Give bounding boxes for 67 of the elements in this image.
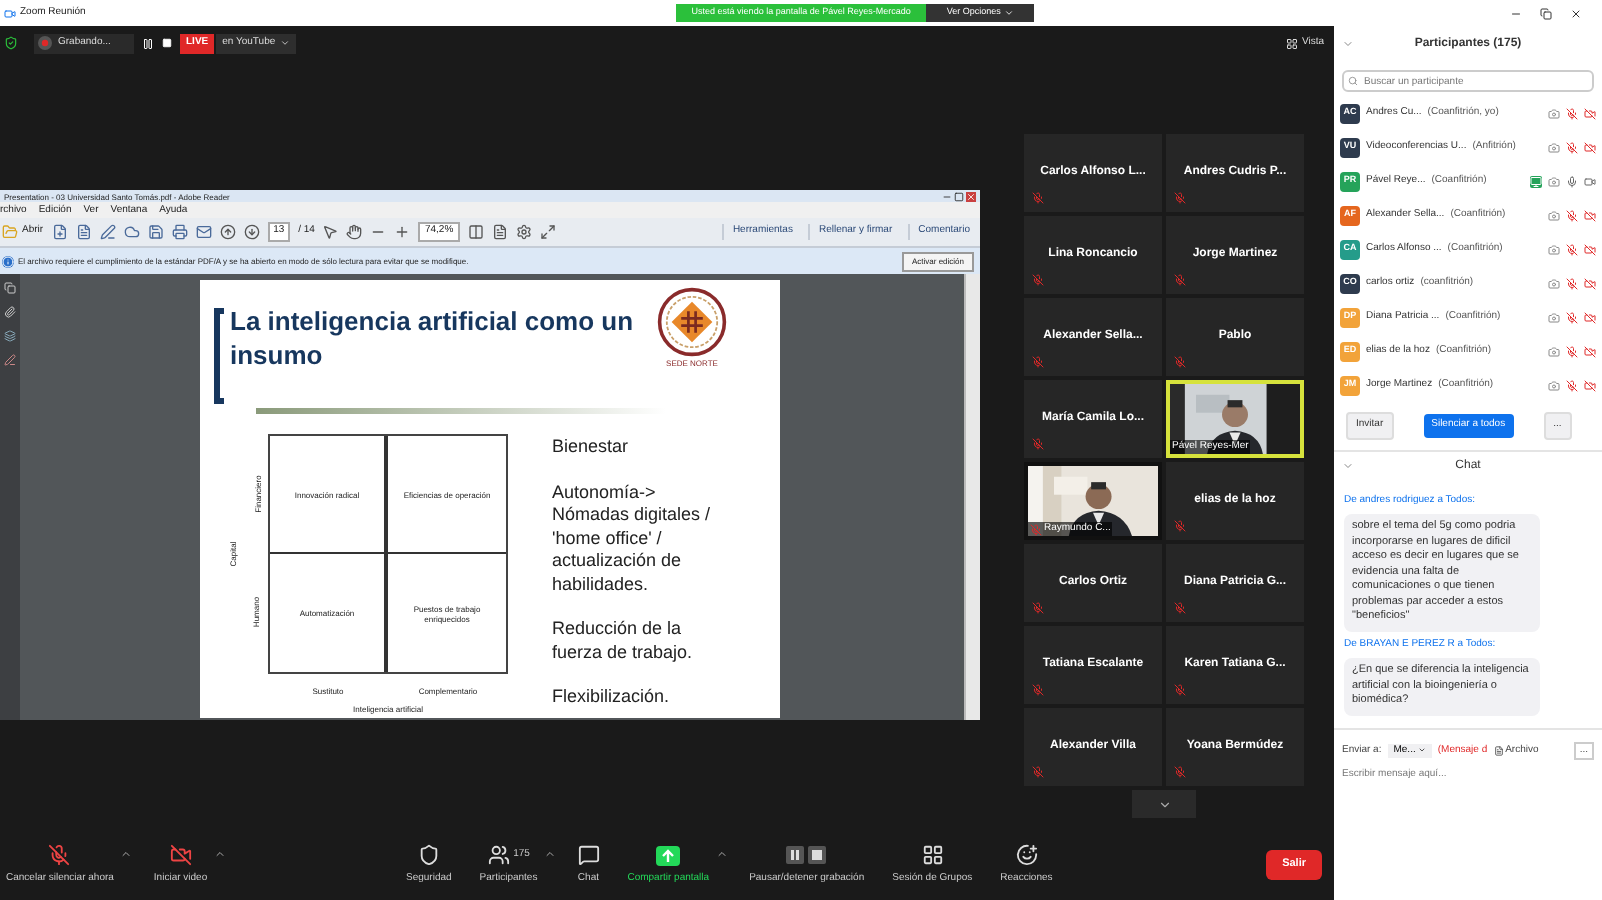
caret-icon[interactable] (543, 847, 556, 860)
columns-icon[interactable] (467, 224, 484, 240)
maximize-icon[interactable] (954, 191, 964, 201)
camera-icon (1548, 209, 1560, 221)
minimize-icon[interactable] (942, 191, 952, 201)
caret-icon (279, 38, 290, 48)
save-icon[interactable] (147, 224, 164, 240)
camera-icon (1548, 277, 1560, 289)
caret-icon[interactable] (715, 847, 728, 860)
chevron-down-icon (1157, 797, 1171, 811)
zoom-logo-icon (4, 7, 16, 19)
camera-icon (1548, 345, 1560, 357)
file-plus-icon[interactable] (51, 224, 68, 240)
shield-icon (4, 36, 18, 50)
pause-stop-icon (786, 846, 827, 865)
pages-icon[interactable] (4, 282, 16, 294)
caret-icon (1004, 8, 1015, 18)
pointer-icon[interactable] (322, 224, 339, 240)
expand-icon[interactable] (539, 224, 556, 240)
participants-icon (487, 844, 510, 867)
signature-icon[interactable] (4, 354, 16, 366)
document-icon[interactable] (491, 224, 508, 240)
camera-icon (1548, 175, 1560, 187)
slide-point: Autonomía-> Nómadas digitales / 'home office' / actualización de habilidades. (552, 481, 713, 596)
printer-icon[interactable] (171, 224, 188, 240)
close-icon[interactable] (1570, 7, 1582, 19)
folder-icon (2, 224, 18, 240)
slide-point: Reducción de la fuerza de trabajo. (552, 618, 695, 664)
grid-icon (1285, 37, 1298, 49)
title-bracket (214, 308, 224, 404)
settings-icon[interactable] (515, 224, 532, 240)
caret-icon[interactable] (213, 847, 226, 860)
info-icon (2, 255, 14, 267)
video-off-icon (169, 844, 192, 867)
slide-point: Bienestar (552, 436, 631, 459)
previous-page-icon[interactable] (219, 224, 236, 240)
camera-icon (1548, 379, 1560, 391)
layers-icon[interactable] (4, 330, 16, 342)
restore-icon[interactable] (1540, 7, 1552, 19)
zoom-in-icon[interactable] (394, 224, 411, 240)
university-logo (656, 286, 728, 358)
slide-title: La inteligencia artificial como un insumo (230, 304, 636, 372)
shield-icon (417, 844, 440, 867)
camera-icon (1548, 107, 1560, 119)
muted-mic-icon (48, 844, 71, 867)
grid-icon (921, 844, 944, 867)
smiley-icon (1015, 844, 1038, 867)
file-icon (1493, 745, 1504, 756)
cloud-icon[interactable] (123, 224, 140, 240)
minimize-icon[interactable] (1510, 7, 1522, 19)
share-screen-icon (656, 845, 681, 866)
recording-icon (38, 36, 52, 50)
hand-icon[interactable] (346, 224, 363, 240)
camera-icon (1548, 311, 1560, 323)
slide-point: Flexibilización. (552, 686, 672, 709)
search-icon (1348, 76, 1358, 86)
pause-icon[interactable] (142, 37, 154, 49)
paperclip-icon[interactable] (4, 306, 16, 318)
camera-icon (1548, 243, 1560, 255)
document-icon[interactable] (75, 224, 92, 240)
chat-icon (577, 844, 600, 867)
caret-icon[interactable] (119, 847, 132, 860)
next-page-icon[interactable] (243, 224, 260, 240)
stop-icon[interactable] (162, 38, 172, 48)
mail-icon[interactable] (195, 224, 212, 240)
camera-icon (1548, 141, 1560, 153)
pen-icon[interactable] (99, 224, 116, 240)
